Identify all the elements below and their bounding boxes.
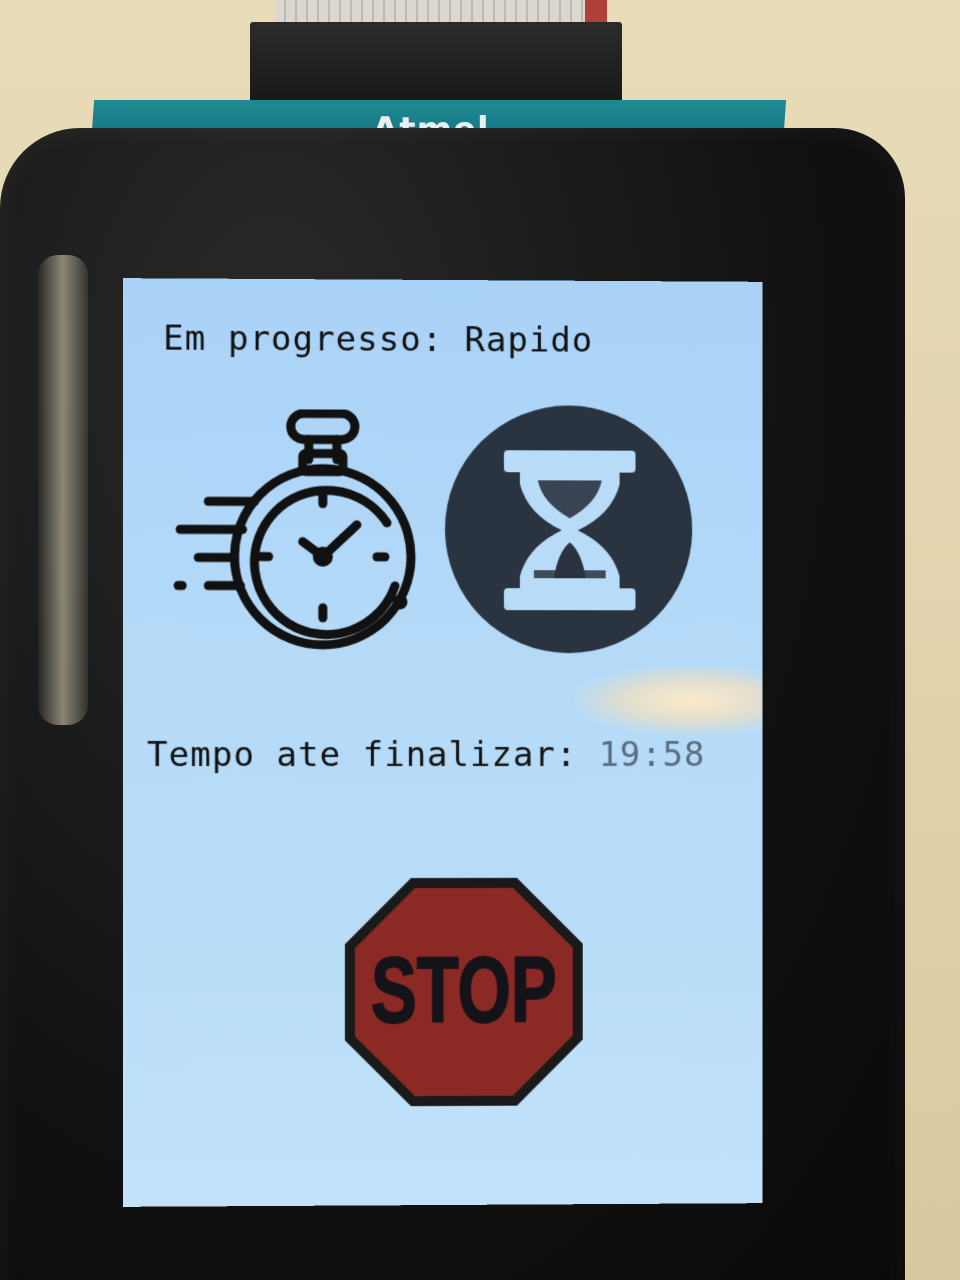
bezel-reflection bbox=[38, 255, 88, 725]
screen-reflection bbox=[574, 665, 763, 735]
time-remaining-line: Tempo ate finalizar: 19:58 bbox=[147, 735, 705, 775]
lcd-screen: Em progresso: Rapido Tempo ate finalizar… bbox=[123, 278, 763, 1207]
status-prefix: Em progresso: bbox=[163, 319, 443, 360]
stop-label: STOP bbox=[371, 939, 557, 1042]
hourglass-icon bbox=[442, 402, 696, 657]
status-line: Em progresso: Rapido bbox=[163, 319, 593, 361]
stopwatch-icon bbox=[168, 409, 434, 660]
time-label: Tempo ate finalizar: bbox=[147, 735, 577, 775]
status-mode: Rapido bbox=[465, 320, 594, 361]
stop-button[interactable]: STOP bbox=[339, 872, 589, 1113]
time-remaining-value: 19:58 bbox=[599, 735, 706, 775]
